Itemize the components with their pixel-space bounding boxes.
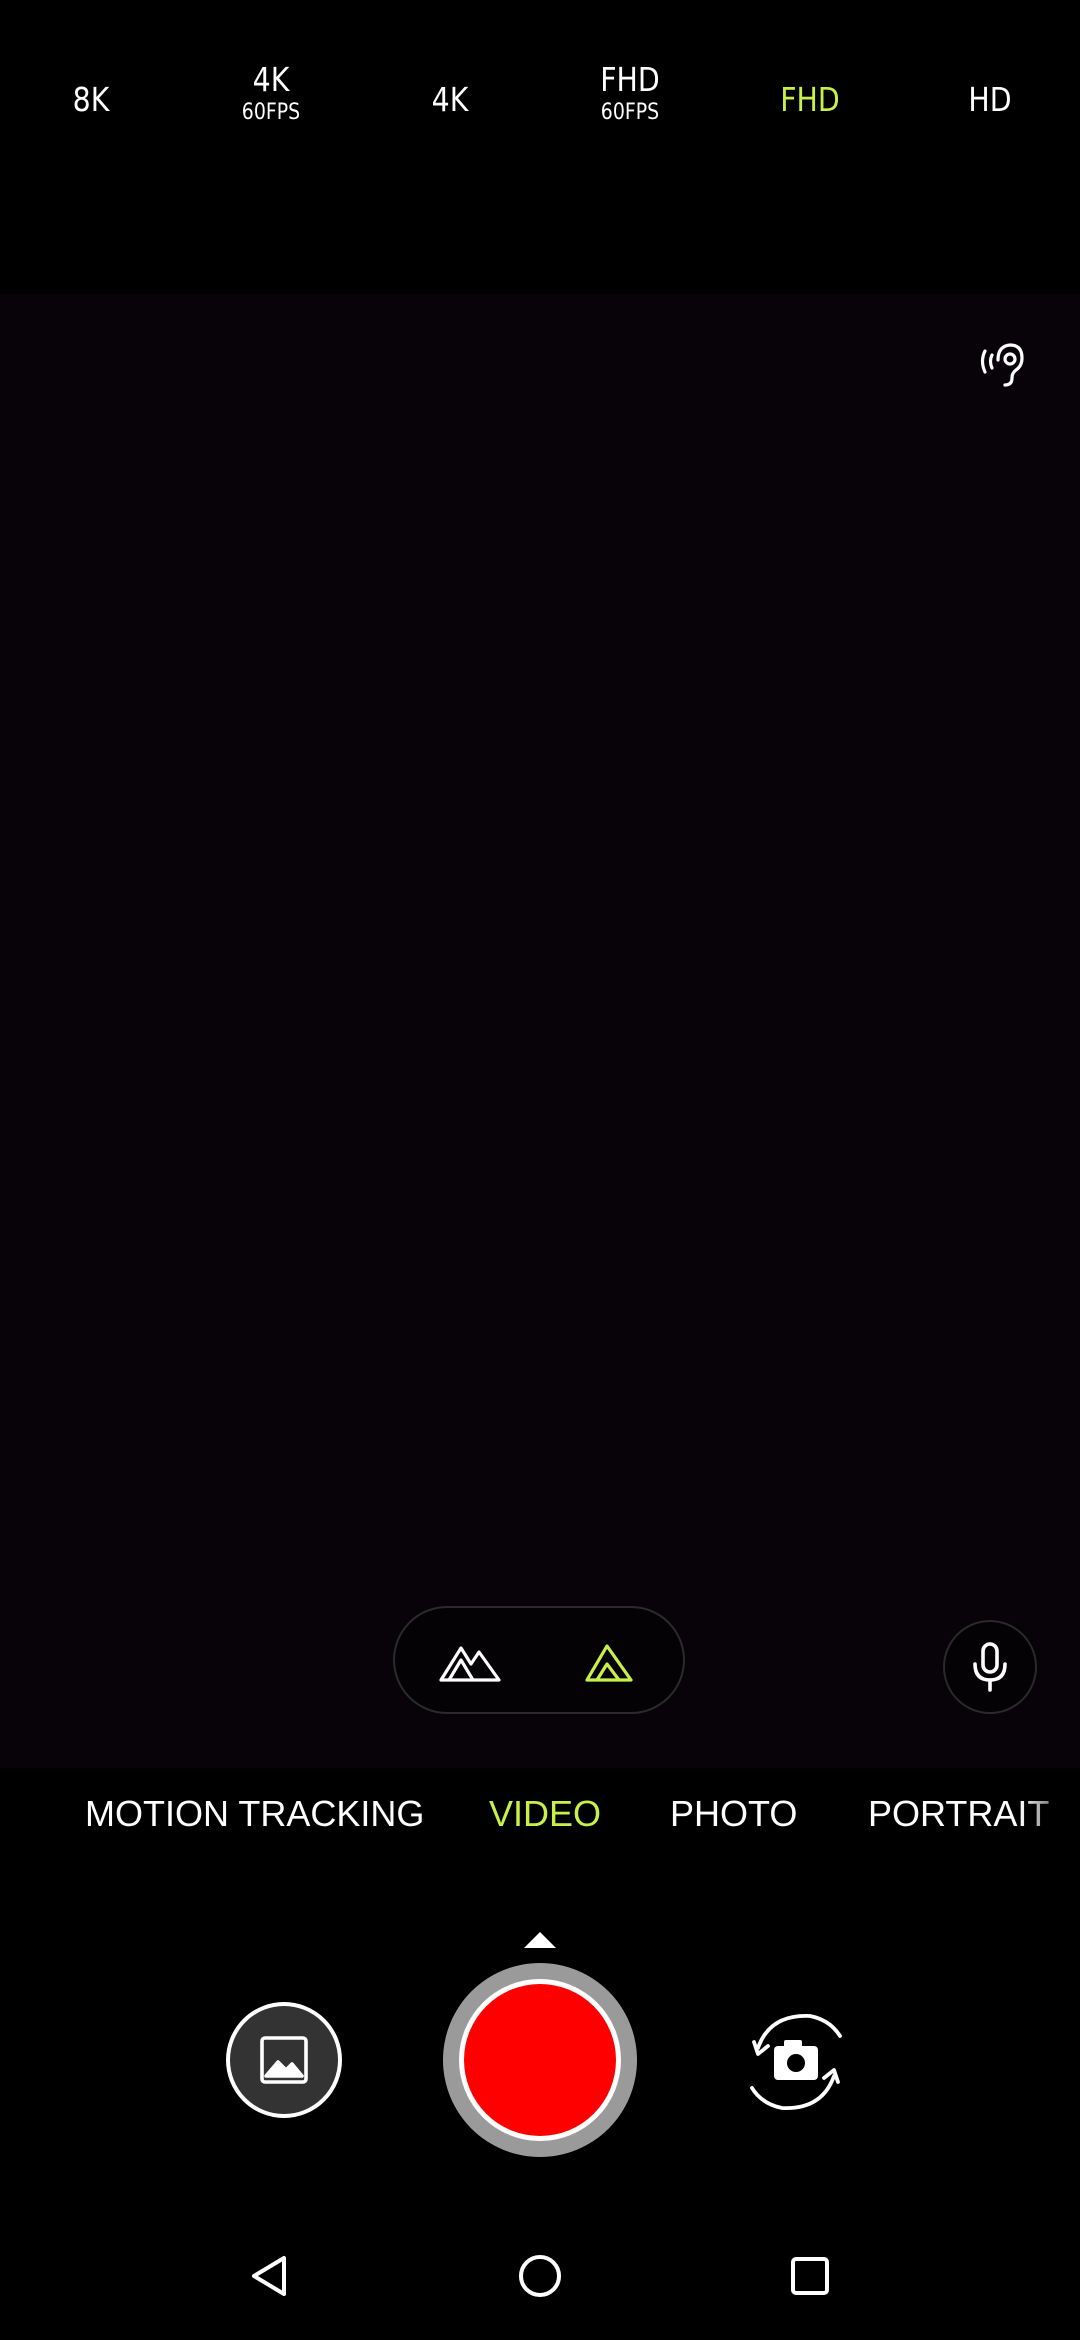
resolution-option-8k[interactable]: 8K	[21, 60, 161, 150]
mode-portrait[interactable]: PORTRAIT	[868, 1792, 1049, 1836]
resolution-option-hd[interactable]: HD	[920, 60, 1060, 150]
resolution-option-fhd-60fps[interactable]: FHD 60FPS	[560, 60, 700, 150]
gallery-icon	[260, 2036, 308, 2084]
switch-camera-icon	[750, 2014, 842, 2110]
camera-viewfinder[interactable]	[0, 294, 1080, 1768]
resolution-label: HD	[968, 80, 1012, 119]
resolution-label: 8K	[72, 80, 110, 119]
record-button[interactable]	[443, 1963, 637, 2157]
wide-angle-lens-icon[interactable]	[435, 1634, 505, 1690]
resolution-sublabel: 60FPS	[600, 100, 660, 125]
gallery-button[interactable]	[226, 2002, 342, 2118]
resolution-label: FHD	[600, 60, 660, 99]
standard-lens-icon[interactable]	[575, 1634, 645, 1690]
resolution-label: 4K	[431, 80, 469, 119]
resolution-label: 4K	[252, 60, 290, 99]
navigation-bar	[0, 2210, 1080, 2340]
hearing-icon[interactable]	[976, 334, 1036, 394]
microphone-icon[interactable]	[943, 1620, 1037, 1714]
resolution-sublabel: 60FPS	[241, 100, 301, 125]
resolution-option-fhd[interactable]: FHD	[740, 60, 880, 150]
lens-selector	[393, 1606, 685, 1714]
recents-icon[interactable]	[780, 2246, 840, 2306]
mode-motion-tracking[interactable]: MOTION TRACKING	[85, 1792, 424, 1836]
mode-selector: MOTION TRACKING VIDEO PHOTO PORTRAIT	[0, 1768, 1080, 1870]
resolution-option-4k-60fps[interactable]: 4K 60FPS	[201, 60, 341, 150]
home-icon[interactable]	[510, 2246, 570, 2306]
back-icon[interactable]	[240, 2246, 300, 2306]
mode-video[interactable]: VIDEO	[489, 1792, 601, 1836]
record-button-ring	[459, 1979, 621, 2141]
resolution-option-4k[interactable]: 4K	[380, 60, 520, 150]
record-button-core	[464, 1984, 616, 2136]
mode-drawer-caret-icon[interactable]	[524, 1932, 556, 1948]
resolution-label: FHD	[780, 80, 840, 119]
mode-photo[interactable]: PHOTO	[670, 1792, 797, 1836]
switch-camera-button[interactable]	[736, 2002, 856, 2122]
resolution-bar: 8K 4K 60FPS 4K FHD 60FPS FHD HD	[0, 0, 1080, 294]
